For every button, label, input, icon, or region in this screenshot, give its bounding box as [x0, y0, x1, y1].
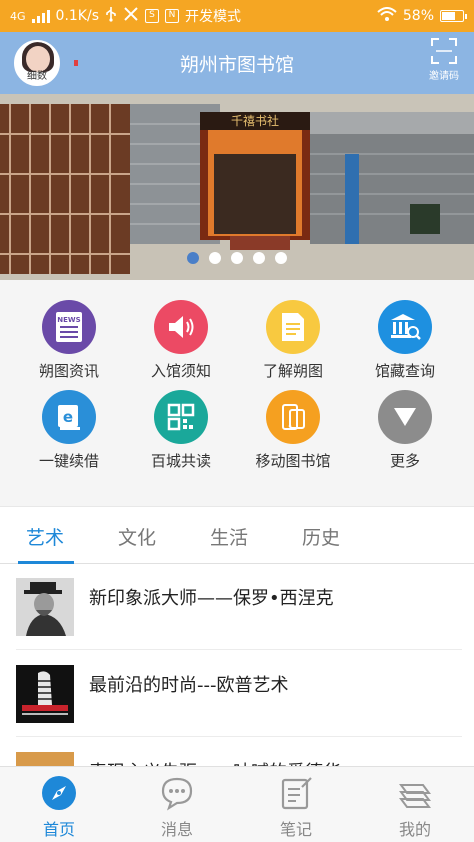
article-thumbnail: [16, 665, 74, 723]
quick-link-label: 百城共读: [150, 452, 211, 470]
quick-link-label: 移动图书馆: [255, 452, 331, 470]
battery-percent: 58%: [402, 8, 434, 24]
carousel-dot[interactable]: [187, 252, 199, 264]
nav-home[interactable]: 首页: [0, 775, 118, 840]
quick-links-grid: NEWS 朔图资讯 入馆须知 了解朔图 馆藏查询 e 一键续借 百城共读 移动图…: [0, 280, 474, 506]
network-type: 4G: [10, 9, 26, 23]
layers-icon: [397, 775, 433, 811]
chat-bubble-icon: [159, 775, 195, 811]
category-tabs: 艺术 文化 生活 历史: [0, 506, 474, 564]
wifi-icon: [377, 7, 397, 25]
network-speed: 0.1K/s: [55, 8, 99, 24]
quick-link-guide[interactable]: 入馆须知: [122, 300, 240, 381]
s-app-icon: S: [145, 9, 159, 23]
nav-profile[interactable]: 我的: [356, 775, 474, 840]
list-item[interactable]: 新印象派大师——保罗•西涅克: [16, 564, 462, 650]
ebook-icon: e: [42, 390, 96, 444]
status-bar: 4G 0.1K/s S N 开发模式 58%: [0, 0, 474, 32]
tab-history[interactable]: 历史: [302, 523, 340, 550]
nav-label: 我的: [398, 820, 431, 839]
carousel-dot[interactable]: [231, 252, 243, 264]
page-title: 朔州市图书馆: [179, 54, 294, 76]
quick-link-label: 朔图资讯: [38, 362, 99, 380]
usb-icon: [105, 6, 117, 26]
quick-link-label: 馆藏查询: [374, 362, 435, 380]
nav-label: 笔记: [279, 820, 312, 839]
carousel-dot[interactable]: [275, 252, 287, 264]
nav-label: 首页: [42, 820, 75, 839]
app-header: 细数 朔州市图书馆 邀请码: [0, 32, 474, 94]
invite-code-button[interactable]: 邀请码: [424, 38, 464, 82]
document-icon: [266, 300, 320, 354]
quick-link-renew[interactable]: e 一键续借: [10, 390, 128, 471]
quick-link-about[interactable]: 了解朔图: [234, 300, 352, 381]
quick-link-label: 更多: [389, 452, 420, 470]
article-title: 最前沿的时尚---欧普艺术: [89, 675, 289, 696]
svg-text:e: e: [63, 408, 73, 426]
quick-link-label: 入馆须知: [150, 362, 211, 380]
list-item[interactable]: 最前沿的时尚---欧普艺术: [16, 651, 462, 737]
notepad-icon: [278, 775, 314, 811]
library-search-icon: [378, 300, 432, 354]
compass-icon: [41, 775, 77, 811]
speaker-icon: [154, 300, 208, 354]
nav-label: 消息: [160, 820, 193, 839]
news-icon: NEWS: [42, 300, 96, 354]
carousel-dot[interactable]: [253, 252, 265, 264]
quick-link-news[interactable]: NEWS 朔图资讯: [10, 300, 128, 381]
tab-art[interactable]: 艺术: [26, 523, 64, 550]
signal-icon: [31, 9, 50, 23]
article-title: 新印象派大师——保罗•西涅克: [89, 588, 334, 609]
bottom-nav: 首页 消息 笔记 我的: [0, 766, 474, 842]
tab-life[interactable]: 生活: [210, 523, 248, 550]
more-icon: [378, 390, 432, 444]
tab-culture[interactable]: 文化: [118, 523, 156, 550]
quick-link-catalog[interactable]: 馆藏查询: [346, 300, 464, 381]
shop-sign-text: 千禧书社: [231, 113, 279, 128]
invite-code-label: 邀请码: [429, 71, 459, 82]
tools-icon: [123, 6, 139, 26]
n-app-icon: N: [165, 9, 179, 23]
quick-link-label: 一键续借: [38, 452, 99, 470]
article-thumbnail: [16, 578, 74, 636]
quick-link-label: 了解朔图: [262, 362, 323, 380]
svg-text:NEWS: NEWS: [57, 316, 80, 324]
quick-link-more[interactable]: 更多: [346, 390, 464, 471]
carousel-dot[interactable]: [209, 252, 221, 264]
quick-link-reading[interactable]: 百城共读: [122, 390, 240, 471]
dev-mode-label: 开发模式: [185, 9, 241, 25]
nav-messages[interactable]: 消息: [118, 775, 236, 840]
carousel-indicator: [0, 252, 474, 264]
mobile-icon: [266, 390, 320, 444]
quick-link-mobile-library[interactable]: 移动图书馆: [234, 390, 352, 471]
qr-code-icon: [154, 390, 208, 444]
nav-notes[interactable]: 笔记: [237, 775, 355, 840]
banner-carousel[interactable]: 千禧书社: [0, 94, 474, 280]
scan-icon: [431, 38, 457, 64]
battery-icon: [440, 10, 467, 22]
